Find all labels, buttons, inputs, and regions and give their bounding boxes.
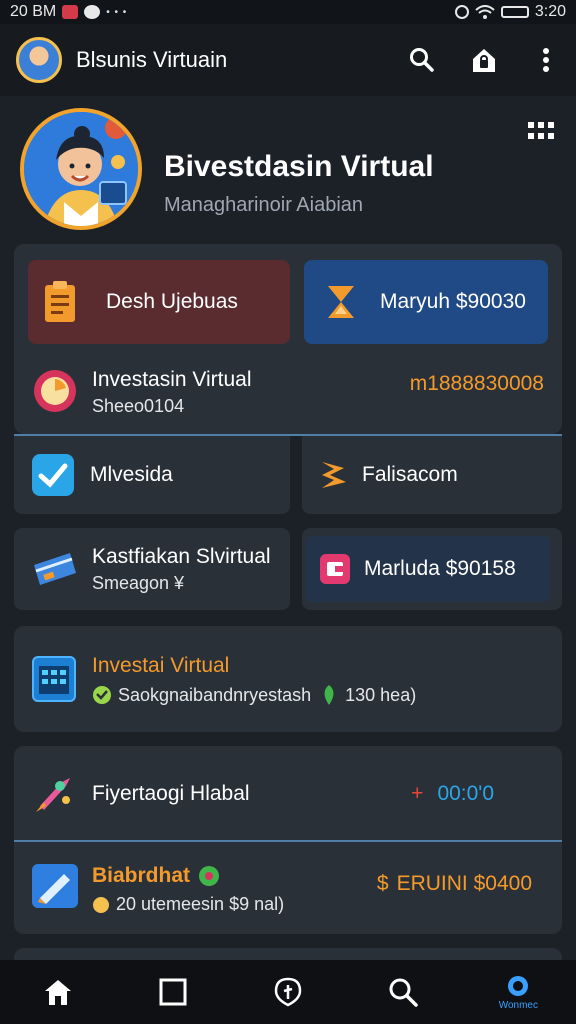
tile-kastfiakan-subtitle: Smeagon ¥ xyxy=(92,572,185,593)
home-lock-button[interactable] xyxy=(470,46,498,74)
activity-row-2-subtitle: 20 utemeesin $9 nal) xyxy=(116,894,285,914)
notification-icon xyxy=(62,5,79,19)
activity-row-1-value-group: + 00:0'0 xyxy=(411,782,494,806)
tile-kastfiakan-title: Kastfiakan Slvirtual xyxy=(92,544,271,568)
profile-illustration xyxy=(20,108,142,230)
home-lock-icon xyxy=(473,49,495,72)
tile-kastfiakan[interactable]: Kastfiakan Slvirtual Smeagon ¥ xyxy=(14,528,290,610)
tile-desh-label: Desh Ujebuas xyxy=(106,290,238,313)
nav-location[interactable] xyxy=(258,964,318,1020)
activity-row-2-title: Biabrdhat xyxy=(92,864,191,887)
grid-icon[interactable] xyxy=(528,122,554,142)
home-icon xyxy=(44,980,71,1005)
activity-row-2-value: ERUINI $0400 xyxy=(396,872,532,895)
activity-row-2-currency: $ xyxy=(376,872,389,895)
activity-row-1-title: Fiyertaogi Hlabal xyxy=(92,782,250,805)
location-pin-icon xyxy=(274,977,302,1007)
nav-square[interactable] xyxy=(143,964,203,1020)
avatar[interactable] xyxy=(16,37,62,83)
search-button[interactable] xyxy=(408,46,436,74)
clipboard-icon xyxy=(45,281,75,322)
alarm-icon xyxy=(454,5,469,19)
invest-extra: 130 hea) xyxy=(345,684,417,705)
rocket-icon xyxy=(36,778,70,812)
wallet-icon xyxy=(320,554,350,584)
gauge-icon xyxy=(34,370,76,412)
search-icon xyxy=(389,978,418,1007)
status-dots: • • • xyxy=(106,6,128,18)
hero-title: Bivestdasin Virtual xyxy=(164,150,434,183)
more-vertical-icon xyxy=(543,48,549,72)
tile-falisacom-label: Falisacom xyxy=(362,463,458,486)
activity-row-1-value: 00:0'0 xyxy=(437,782,494,805)
tile-falisacom[interactable]: Falisacom xyxy=(302,436,562,514)
badge-icon xyxy=(199,866,220,886)
status-left: 20 BM • • • xyxy=(10,3,127,21)
activity-row-1-sign: + xyxy=(411,782,424,805)
tile-maryuh-label: Maryuh $90030 xyxy=(380,290,526,313)
invest-subtitle-row: Saokgnaibandnryestash 130 hea) xyxy=(92,684,416,706)
featured-subtitle: Sheeo0104 xyxy=(92,396,185,416)
activity-row-2[interactable]: Biabrdhat 20 utemeesin $9 nal) $ ERUINI … xyxy=(14,842,562,934)
app-bar: Blsunis Virtuain xyxy=(0,24,576,96)
profile-circle-icon xyxy=(508,975,529,996)
search-icon xyxy=(410,48,434,72)
tile-maryuh[interactable]: Maryuh $90030 xyxy=(304,260,548,344)
tile-desh[interactable]: Desh Ujebuas xyxy=(28,260,290,344)
battery-icon xyxy=(500,6,529,18)
invest-title: Investai Virtual xyxy=(92,654,230,677)
featured-row[interactable]: Investasin Virtual Sheeo0104 m1888830008 xyxy=(28,364,548,420)
calendar-icon xyxy=(32,656,76,702)
invest-card[interactable]: Investai Virtual Saokgnaibandnryestash 1… xyxy=(14,626,562,732)
nav-profile[interactable]: Wonmec xyxy=(488,964,548,1020)
bottom-nav: Wonmec xyxy=(0,960,576,1024)
person-illustration-icon xyxy=(24,112,138,226)
lightning-icon xyxy=(322,462,346,488)
app-icon xyxy=(84,5,101,19)
activity-row-2-title-group: Biabrdhat xyxy=(92,864,220,888)
activity-row-2-value-group: $ ERUINI $0400 xyxy=(377,872,532,896)
app-title: Blsunis Virtuain xyxy=(76,47,228,72)
square-icon xyxy=(159,978,187,1006)
nav-home[interactable] xyxy=(28,964,88,1020)
summary-card: Desh Ujebuas Maryuh $90030 Investasin Vi… xyxy=(14,244,562,434)
status-right: 3:20 xyxy=(454,3,566,21)
status-time: 20 BM xyxy=(10,3,57,20)
tile-mlvesida-label: Mlvesida xyxy=(90,463,173,486)
tile-marluda-inner: Marluda $90158 xyxy=(306,536,550,602)
status-bar: 20 BM • • • 3:20 xyxy=(0,0,576,24)
hourglass-icon xyxy=(328,286,354,318)
tile-marluda-label: Marluda $90158 xyxy=(364,557,516,580)
tile-kastfiakan-text: Kastfiakan Slvirtual Smeagon ¥ xyxy=(92,545,271,594)
app-actions xyxy=(408,46,560,74)
activity-card: Fiyertaogi Hlabal + 00:0'0 Biabrdhat 20 … xyxy=(14,746,562,934)
nav-search[interactable] xyxy=(373,964,433,1020)
featured-value: m1888830008 xyxy=(409,372,544,395)
profile-hero: Bivestdasin Virtual Managharinoir Aiabia… xyxy=(0,96,576,242)
wifi-icon xyxy=(475,5,495,19)
coin-icon xyxy=(93,896,109,913)
activity-row-2-sub-group: 20 utemeesin $9 nal) xyxy=(92,894,284,915)
featured-title: Investasin Virtual xyxy=(92,368,252,391)
pencil-card-icon xyxy=(32,864,78,908)
tile-marluda[interactable]: Marluda $90158 xyxy=(302,528,562,610)
check-badge-icon xyxy=(32,454,74,496)
nav-profile-label: Wonmec xyxy=(498,999,538,1011)
status-clock: 3:20 xyxy=(534,3,566,20)
more-menu-button[interactable] xyxy=(532,46,560,74)
activity-row-1[interactable]: Fiyertaogi Hlabal + 00:0'0 xyxy=(14,746,562,840)
card-icon xyxy=(34,553,76,585)
tile-mlvesida[interactable]: Mlvesida xyxy=(14,436,290,514)
leaf-icon xyxy=(324,685,334,705)
hero-subtitle: Managharinoir Aiabian xyxy=(164,194,364,216)
smile-icon xyxy=(93,686,111,704)
invest-subtitle: Saokgnaibandnryestash xyxy=(118,684,312,705)
